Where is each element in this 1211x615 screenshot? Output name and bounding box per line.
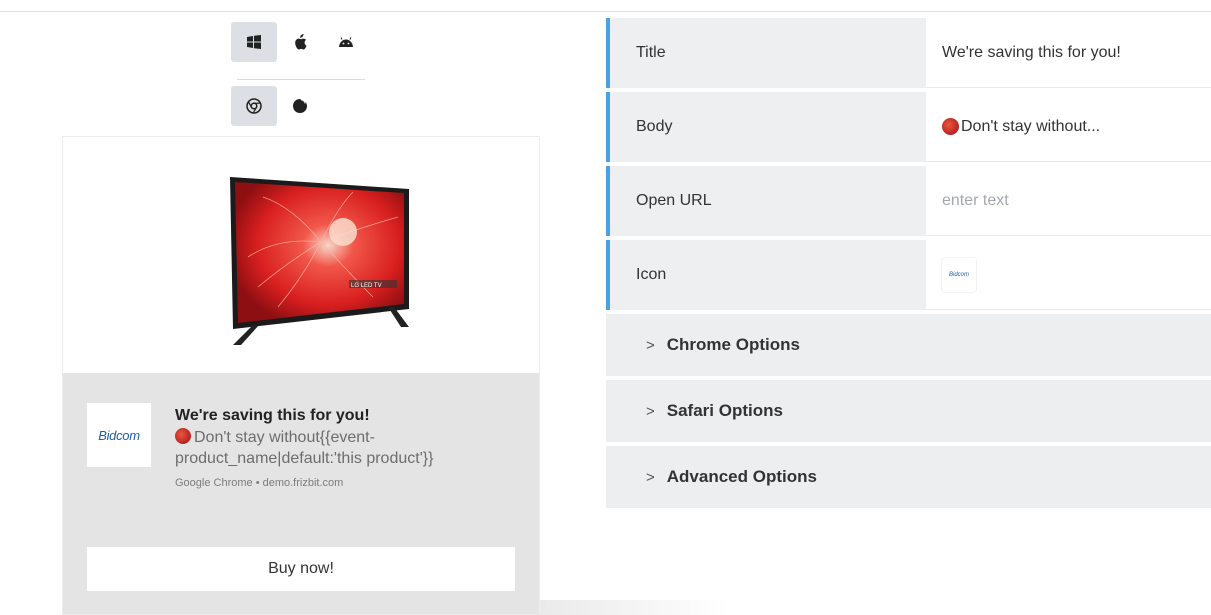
- firefox-icon: [293, 99, 307, 113]
- icon-input[interactable]: Bidcom: [926, 240, 1211, 310]
- notification-source: Google Chrome • demo.frizbit.com: [175, 477, 344, 489]
- icon-thumbnail[interactable]: Bidcom: [942, 257, 976, 292]
- android-icon: [339, 37, 353, 47]
- apple-icon: [295, 34, 307, 50]
- notification-body: Don't stay without{{event-product_name|d…: [175, 427, 520, 469]
- selector-divider: [237, 79, 365, 80]
- body-input-value: Don't stay without...: [961, 117, 1101, 135]
- android-button[interactable]: [323, 22, 369, 62]
- chevron-right-icon: >: [646, 468, 655, 486]
- firefox-button[interactable]: [277, 86, 323, 126]
- emoji-icon: [175, 428, 191, 444]
- advanced-options-toggle[interactable]: > Advanced Options: [606, 446, 1211, 508]
- chrome-button[interactable]: [231, 86, 277, 126]
- top-divider: [0, 11, 1211, 12]
- field-label: Body: [606, 92, 926, 162]
- windows-button[interactable]: [231, 22, 277, 62]
- notification-text: We're saving this for you! Don't stay wi…: [175, 405, 520, 489]
- open-url-input[interactable]: enter text: [926, 166, 1211, 236]
- icon-thumbnail-logo: Bidcom: [948, 271, 969, 278]
- section-label: Chrome Options: [666, 335, 800, 354]
- field-label: Open URL: [606, 166, 926, 236]
- title-input-value: We're saving this for you!: [942, 43, 1121, 61]
- tv-image: LG LED TV: [230, 177, 409, 345]
- apple-button[interactable]: [277, 22, 323, 62]
- open-url-placeholder: enter text: [942, 191, 1009, 209]
- section-label: Safari Options: [666, 401, 783, 420]
- emoji-icon: [942, 118, 959, 135]
- field-open-url: Open URL enter text: [606, 166, 1211, 236]
- card-shadow: [540, 600, 730, 615]
- notification-form: Title We're saving this for you! Body Do…: [606, 18, 1211, 512]
- bidcom-logo: Bidcom: [98, 427, 140, 443]
- field-body: Body Don't stay without...: [606, 92, 1211, 162]
- chevron-right-icon: >: [646, 336, 655, 354]
- field-label: Icon: [606, 240, 926, 310]
- body-input[interactable]: Don't stay without...: [926, 92, 1211, 162]
- field-icon: Icon Bidcom: [606, 240, 1211, 310]
- notification-preview: LG LED TV Bidcom We're saving this for y…: [62, 136, 540, 615]
- os-selector: [231, 22, 369, 62]
- field-title: Title We're saving this for you!: [606, 18, 1211, 88]
- notification-icon: Bidcom: [87, 403, 151, 467]
- chrome-icon: [246, 98, 262, 114]
- product-image: LG LED TV: [63, 137, 539, 373]
- browser-selector: [231, 86, 323, 126]
- section-label: Advanced Options: [666, 467, 817, 486]
- notification-body-text: Don't stay without{{event-product_name|d…: [175, 429, 434, 467]
- chrome-options-toggle[interactable]: > Chrome Options: [606, 314, 1211, 376]
- chevron-right-icon: >: [646, 402, 655, 420]
- notification-title: We're saving this for you!: [175, 407, 370, 424]
- title-input[interactable]: We're saving this for you!: [926, 18, 1211, 88]
- buy-now-button[interactable]: Buy now!: [87, 547, 515, 591]
- field-label: Title: [606, 18, 926, 88]
- tv-label: LG LED TV: [351, 283, 382, 289]
- safari-options-toggle[interactable]: > Safari Options: [606, 380, 1211, 442]
- windows-icon: [247, 35, 261, 49]
